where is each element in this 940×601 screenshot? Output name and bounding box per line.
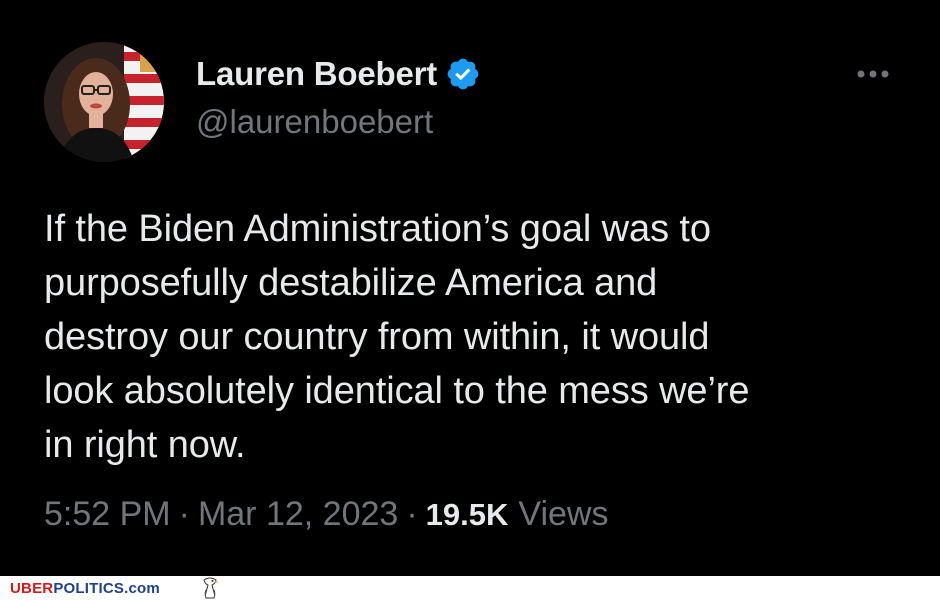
views-label[interactable]: Views bbox=[518, 495, 608, 534]
tweet-date[interactable]: Mar 12, 2023 bbox=[198, 495, 398, 534]
watermark-suffix: .com bbox=[124, 580, 160, 597]
watermark-bar: UBERPOLITICS.com bbox=[0, 576, 940, 601]
tweet-meta: 5:52 PM · Mar 12, 2023 · 19.5K Views bbox=[44, 495, 608, 534]
profile-photo-icon bbox=[44, 42, 164, 162]
tweet-text-line: look absolutely identical to the mess we… bbox=[44, 370, 750, 412]
author-row: Lauren Boebert bbox=[196, 55, 481, 93]
watermark-politics: POLITICS bbox=[53, 580, 125, 597]
author-handle[interactable]: @laurenboebert bbox=[196, 103, 433, 141]
watermark-brand: UBERPOLITICS.com bbox=[10, 580, 160, 597]
avatar[interactable] bbox=[44, 42, 164, 162]
separator-dot: · bbox=[178, 495, 190, 533]
more-options-icon bbox=[857, 70, 889, 78]
author-name[interactable]: Lauren Boebert bbox=[196, 55, 437, 93]
tweet-text: If the Biden Administration’s goal was t… bbox=[44, 202, 914, 472]
tweet-text-line: destroy our country from within, it woul… bbox=[44, 316, 710, 358]
tweet-text-line: purposefully destabilize America and bbox=[44, 262, 658, 304]
verified-badge-icon bbox=[447, 58, 479, 90]
tweet-text-line: in right now. bbox=[44, 424, 246, 466]
views-count[interactable]: 19.5K bbox=[426, 497, 509, 533]
tweet-card: Lauren Boebert @laurenboebert If the Bid… bbox=[0, 0, 940, 576]
eagle-icon bbox=[203, 577, 219, 599]
watermark-uber: UBER bbox=[10, 580, 54, 597]
separator-dot: · bbox=[406, 495, 418, 533]
tweet-time[interactable]: 5:52 PM bbox=[44, 495, 171, 534]
tweet-text-line: If the Biden Administration’s goal was t… bbox=[44, 208, 711, 250]
more-options-button[interactable] bbox=[852, 62, 894, 86]
